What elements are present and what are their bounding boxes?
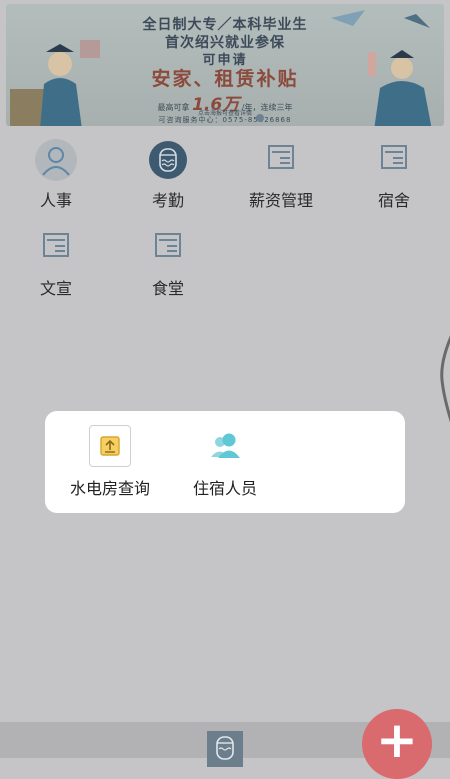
add-button[interactable]: +	[362, 709, 432, 779]
document-icon	[373, 139, 415, 181]
menu-item-label: 文宣	[39, 279, 72, 298]
menu-item-attendance[interactable]: 考勤	[118, 139, 218, 211]
menu-item-publicity[interactable]: 文宣	[6, 227, 106, 299]
attendance-icon	[147, 139, 189, 181]
banner-contact: 可咨询服务中心：0575-85626868	[158, 116, 292, 124]
banner-indicator	[256, 114, 264, 122]
people-icon	[204, 425, 246, 467]
popup-item-utility-query[interactable]: 水电房查询	[55, 425, 165, 499]
person-icon	[35, 139, 77, 181]
popup-item-label: 住宿人员	[192, 479, 257, 498]
side-handle	[440, 335, 450, 423]
document-icon	[260, 139, 302, 181]
menu-item-salary[interactable]: 薪资管理	[231, 139, 331, 211]
menu-item-personnel[interactable]: 人事	[6, 139, 106, 211]
document-icon	[147, 227, 189, 269]
banner-headline: 安家、租赁补贴	[151, 68, 299, 90]
promo-banner[interactable]: 全日制大专／本科毕业生 首次绍兴就业参保 可申请 安家、租赁补贴 最高可拿 1.…	[6, 4, 444, 126]
popup-item-residents[interactable]: 住宿人员	[170, 425, 280, 499]
menu-item-canteen[interactable]: 食堂	[118, 227, 218, 299]
menu-item-label: 宿舍	[377, 191, 410, 210]
banner-line1: 全日制大专／本科毕业生	[142, 17, 308, 33]
menu-item-label: 考勤	[151, 191, 184, 210]
menu-item-label: 食堂	[151, 279, 184, 298]
upload-icon	[89, 425, 131, 467]
home-nav-icon[interactable]	[207, 731, 243, 767]
menu-item-label: 薪资管理	[248, 191, 313, 210]
menu-item-label: 人事	[39, 191, 72, 210]
popup-menu: 水电房查询 住宿人员	[45, 411, 405, 513]
menu-item-dormitory[interactable]: 宿舍	[344, 139, 444, 211]
document-icon	[35, 227, 77, 269]
popup-item-label: 水电房查询	[69, 479, 150, 498]
